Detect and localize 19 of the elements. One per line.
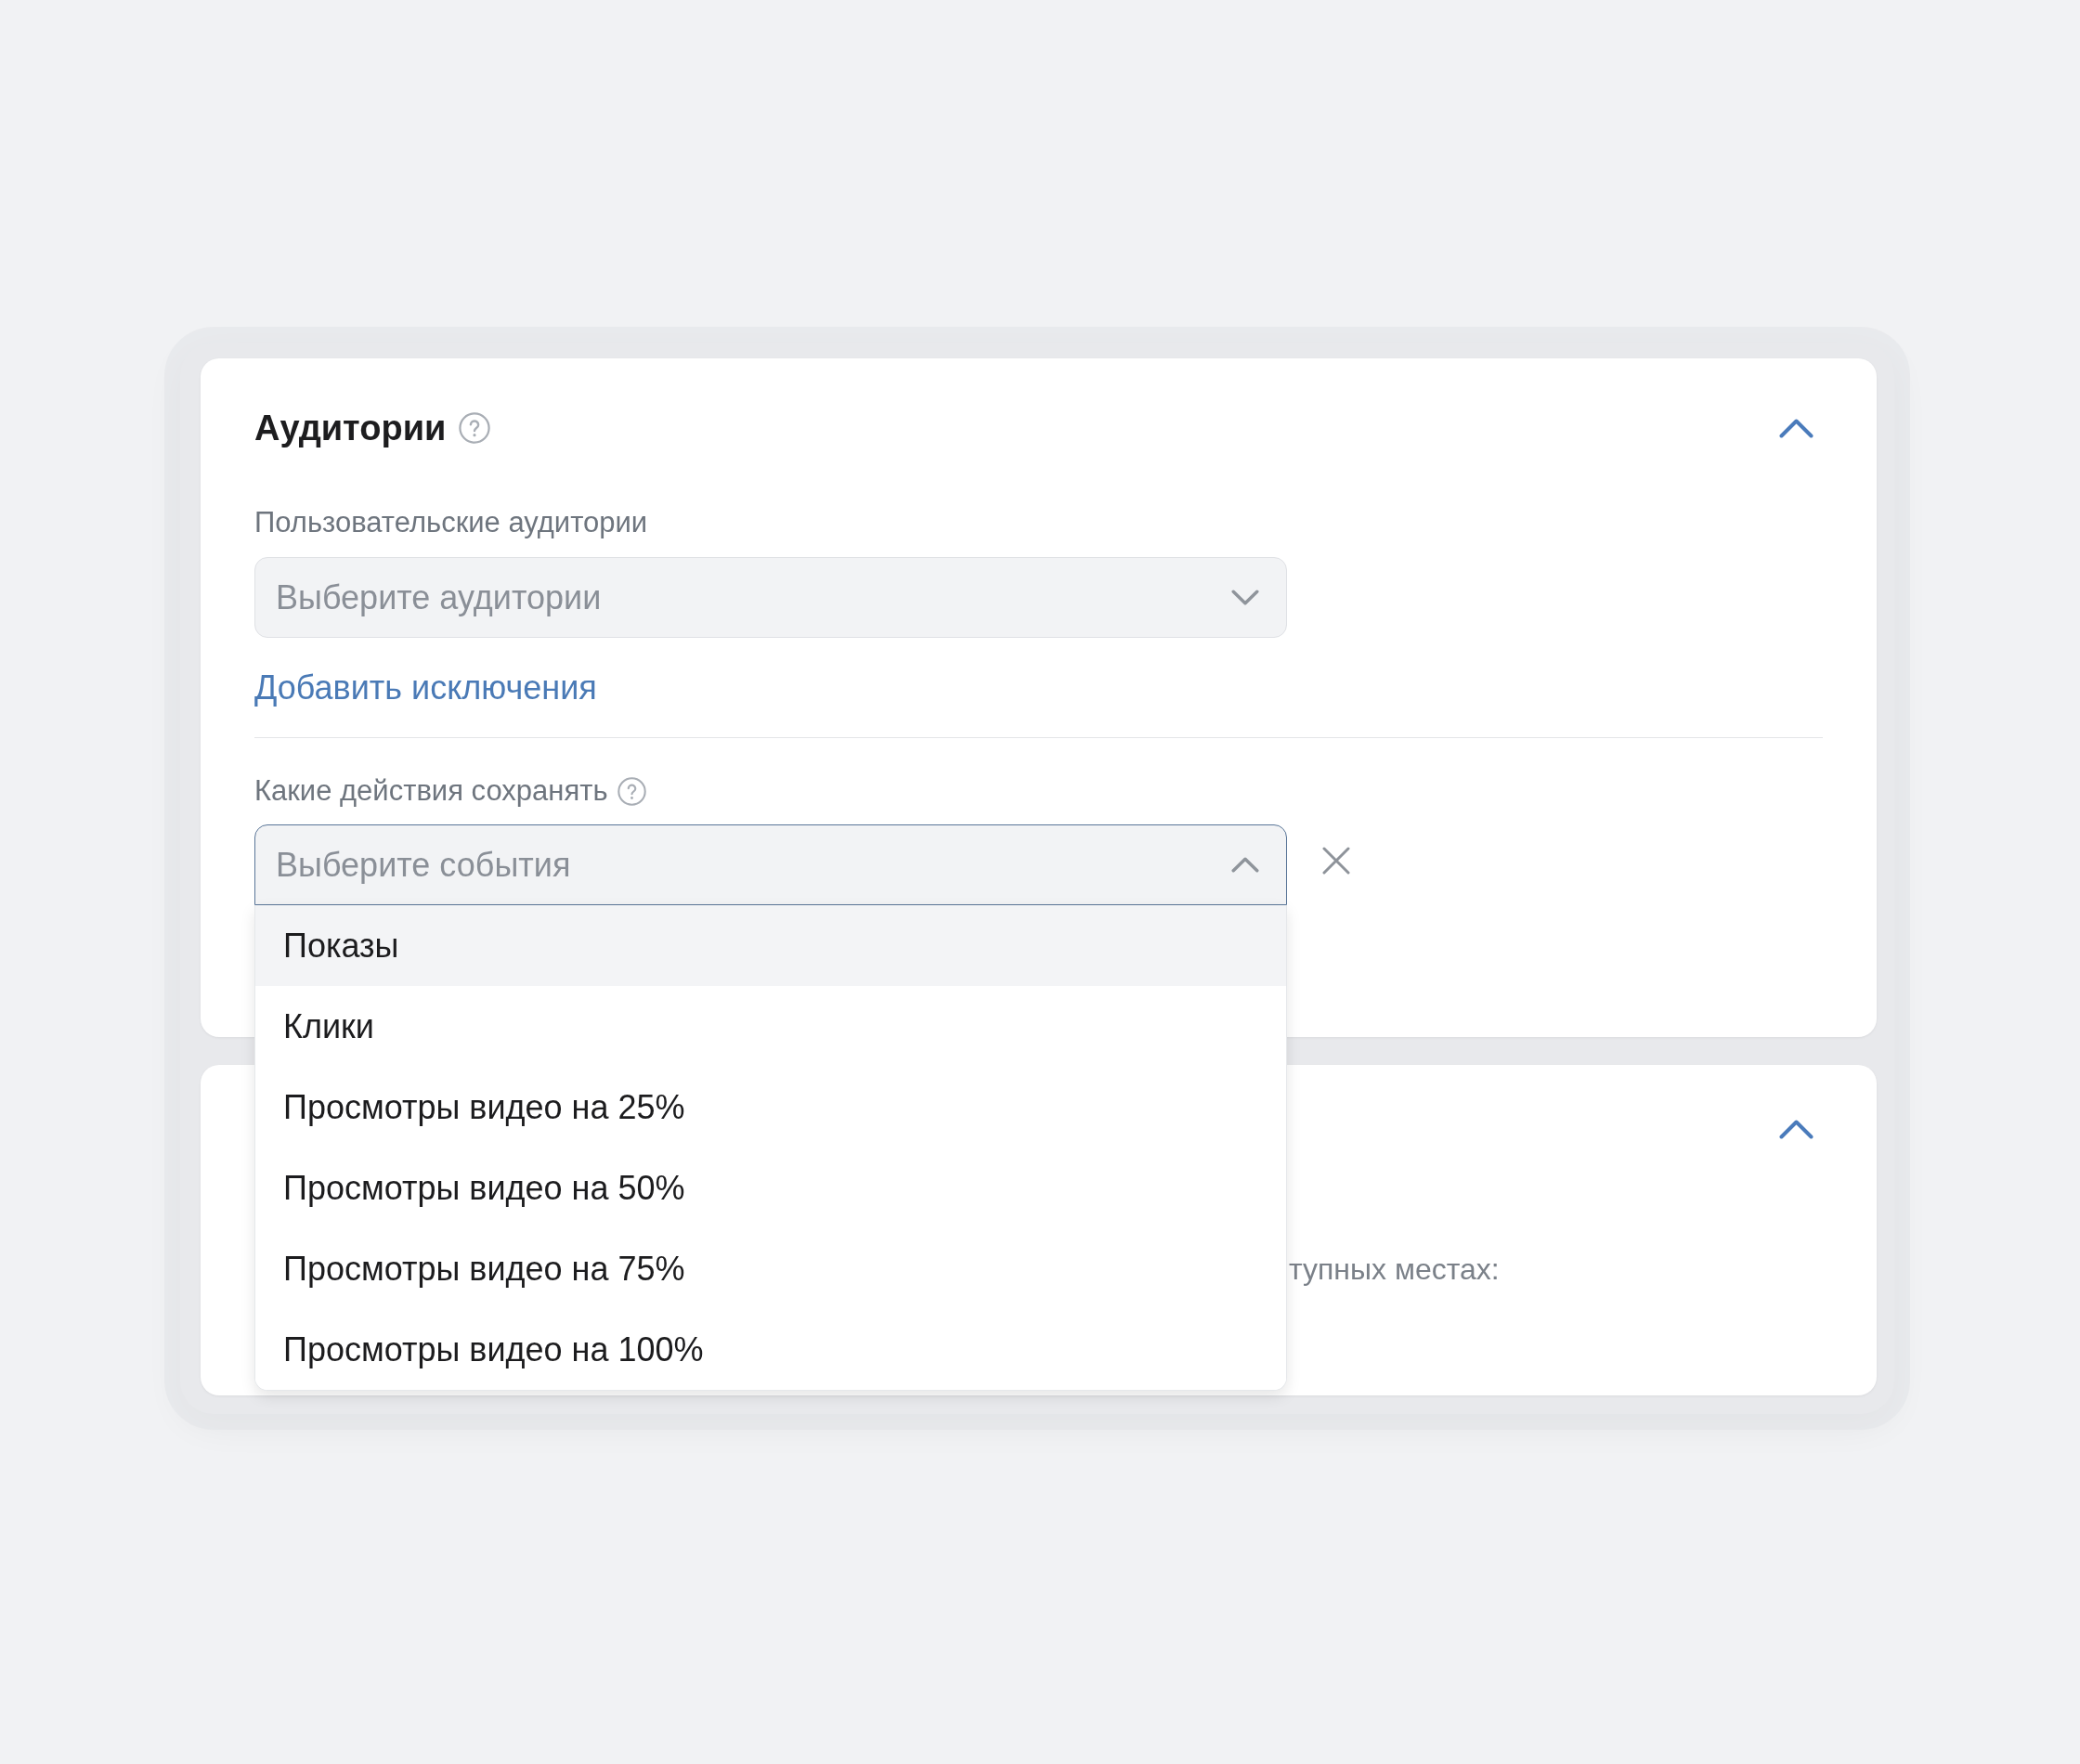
help-icon[interactable] <box>617 776 646 806</box>
help-icon[interactable] <box>459 412 491 444</box>
chevron-up-icon <box>1231 857 1259 873</box>
chevron-up-icon[interactable] <box>1779 418 1814 438</box>
dropdown-option[interactable]: Просмотры видео на 50% <box>255 1148 1286 1228</box>
chevron-down-icon <box>1231 590 1259 605</box>
field-label: Пользовательские аудитории <box>254 506 648 539</box>
dropdown-option[interactable]: Показы <box>255 905 1286 986</box>
select-field[interactable]: Выберите события <box>254 824 1287 905</box>
dropdown-option[interactable]: Просмотры видео на 100% <box>255 1309 1286 1390</box>
field-label: Какие действия сохранять <box>254 774 608 808</box>
dropdown-option[interactable]: Просмотры видео на 25% <box>255 1067 1286 1148</box>
add-exclusions-link[interactable]: Добавить исключения <box>254 668 597 708</box>
chevron-up-icon[interactable] <box>1779 1120 1814 1139</box>
description-text: тупных местах: <box>1289 1252 1500 1288</box>
close-icon[interactable] <box>1322 846 1350 875</box>
section-title: Аудитории <box>254 408 447 449</box>
dropdown-option[interactable]: Клики <box>255 986 1286 1067</box>
dropdown-option[interactable]: Просмотры видео на 75% <box>255 1228 1286 1309</box>
